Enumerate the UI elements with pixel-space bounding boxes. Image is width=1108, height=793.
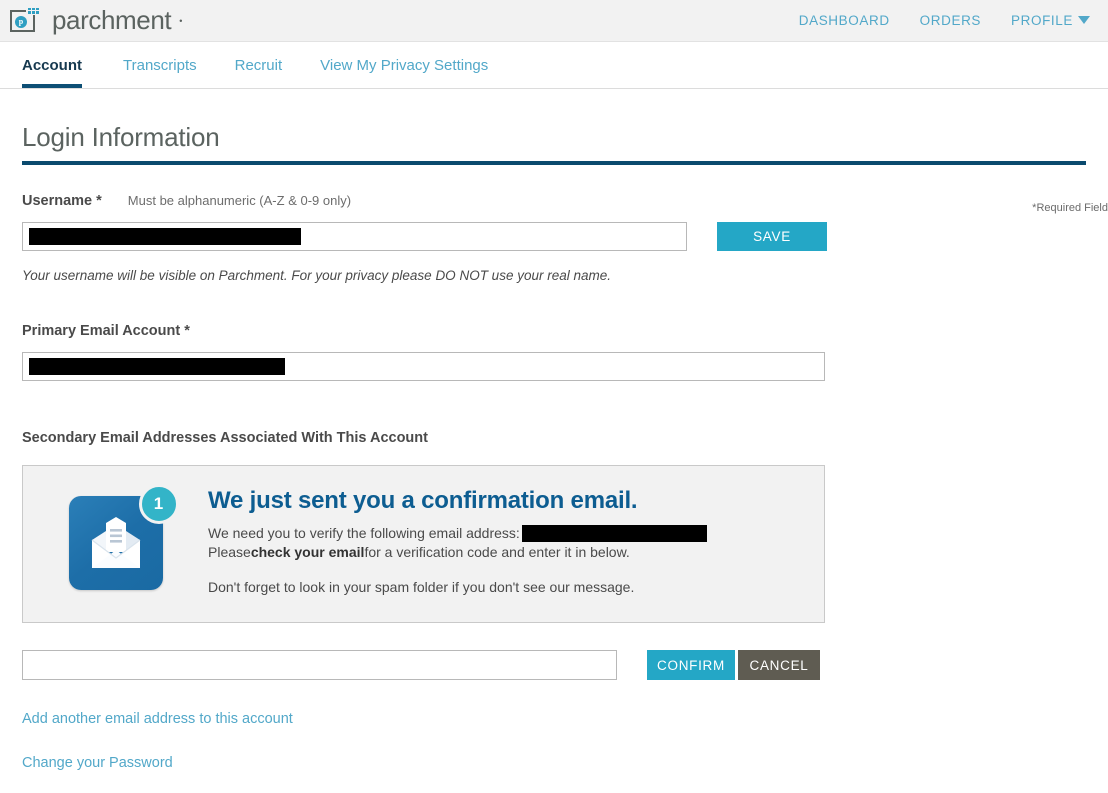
check-email-bold: check your email (250, 544, 365, 560)
secondary-tab-navigation: Account Transcripts Recruit View My Priv… (0, 42, 1108, 89)
parchment-logo-icon: p (10, 6, 44, 35)
required-field-note: *Required Field (1032, 202, 1108, 214)
check-email-suffix: for a verification code and enter it in … (364, 544, 630, 560)
check-email-prefix: Please (208, 544, 251, 560)
brand-logo[interactable]: p parchment • (10, 5, 182, 36)
trademark-symbol: • (179, 15, 183, 26)
save-button[interactable]: SAVE (717, 222, 827, 251)
confirmation-email-redaction-bar (521, 525, 707, 542)
username-field-block: Username * Must be alphanumeric (A-Z & 0… (22, 193, 1086, 283)
primary-email-field-block: Primary Email Account * (22, 323, 1086, 381)
brand-name: parchment (52, 5, 172, 35)
verification-code-input[interactable] (22, 650, 617, 680)
secondary-email-section-label: Secondary Email Addresses Associated Wit… (22, 430, 428, 446)
nav-orders[interactable]: ORDERS (920, 13, 981, 28)
tab-recruit[interactable]: Recruit (216, 42, 302, 88)
confirmation-verify-prefix: We need you to verify the following emai… (208, 525, 520, 541)
confirmation-verify-line: We need you to verify the following emai… (208, 524, 707, 543)
change-password-link[interactable]: Change your Password (22, 755, 173, 771)
tab-view-my-privacy-settings[interactable]: View My Privacy Settings (301, 42, 507, 88)
nav-profile[interactable]: PROFILE (1011, 13, 1090, 28)
username-label: Username * (22, 193, 102, 209)
confirmation-text-column: We just sent you a confirmation email. W… (208, 483, 707, 595)
notification-count-badge: 1 (138, 484, 179, 524)
primary-email-input[interactable] (22, 352, 825, 381)
username-helper-text: Your username will be visible on Parchme… (22, 268, 611, 283)
change-password-link-row: Change your Password (22, 754, 1086, 772)
verification-code-row: CONFIRM CANCEL (22, 650, 1086, 680)
username-redaction-bar (29, 228, 301, 245)
spam-folder-note: Don't forget to look in your spam folder… (208, 579, 635, 595)
tab-transcripts[interactable]: Transcripts (104, 42, 216, 88)
title-divider (22, 161, 1086, 165)
primary-email-redaction-bar (29, 358, 285, 375)
add-email-link-row: Add another email address to this accoun… (22, 710, 1086, 728)
main-content: Login Information *Required Field Userna… (0, 122, 1108, 772)
primary-email-label: Primary Email Account * (22, 323, 190, 339)
tab-account[interactable]: Account (22, 42, 104, 88)
username-input[interactable] (22, 222, 687, 251)
cancel-button[interactable]: CANCEL (738, 650, 820, 680)
logo-letter: p (15, 15, 27, 28)
nav-dashboard[interactable]: DASHBOARD (799, 13, 890, 28)
top-header: p parchment • DASHBOARD ORDERS PROFILE (0, 0, 1108, 42)
username-hint: Must be alphanumeric (A-Z & 0-9 only) (127, 193, 352, 208)
confirm-button[interactable]: CONFIRM (647, 650, 735, 680)
confirmation-heading: We just sent you a confirmation email. (208, 487, 638, 514)
add-another-email-link[interactable]: Add another email address to this accoun… (22, 711, 293, 727)
chevron-down-icon (1078, 16, 1090, 24)
confirmation-check-email-line: Please check your email for a verificati… (208, 543, 707, 562)
page-title: Login Information (22, 122, 220, 152)
verification-button-group: CONFIRM CANCEL (647, 650, 820, 680)
primary-navigation: DASHBOARD ORDERS PROFILE (799, 13, 1090, 28)
confirmation-icon-column: 1 (23, 483, 208, 590)
confirmation-email-panel: 1 We just sent you a confirmation email.… (22, 465, 825, 623)
nav-profile-label: PROFILE (1011, 13, 1073, 28)
